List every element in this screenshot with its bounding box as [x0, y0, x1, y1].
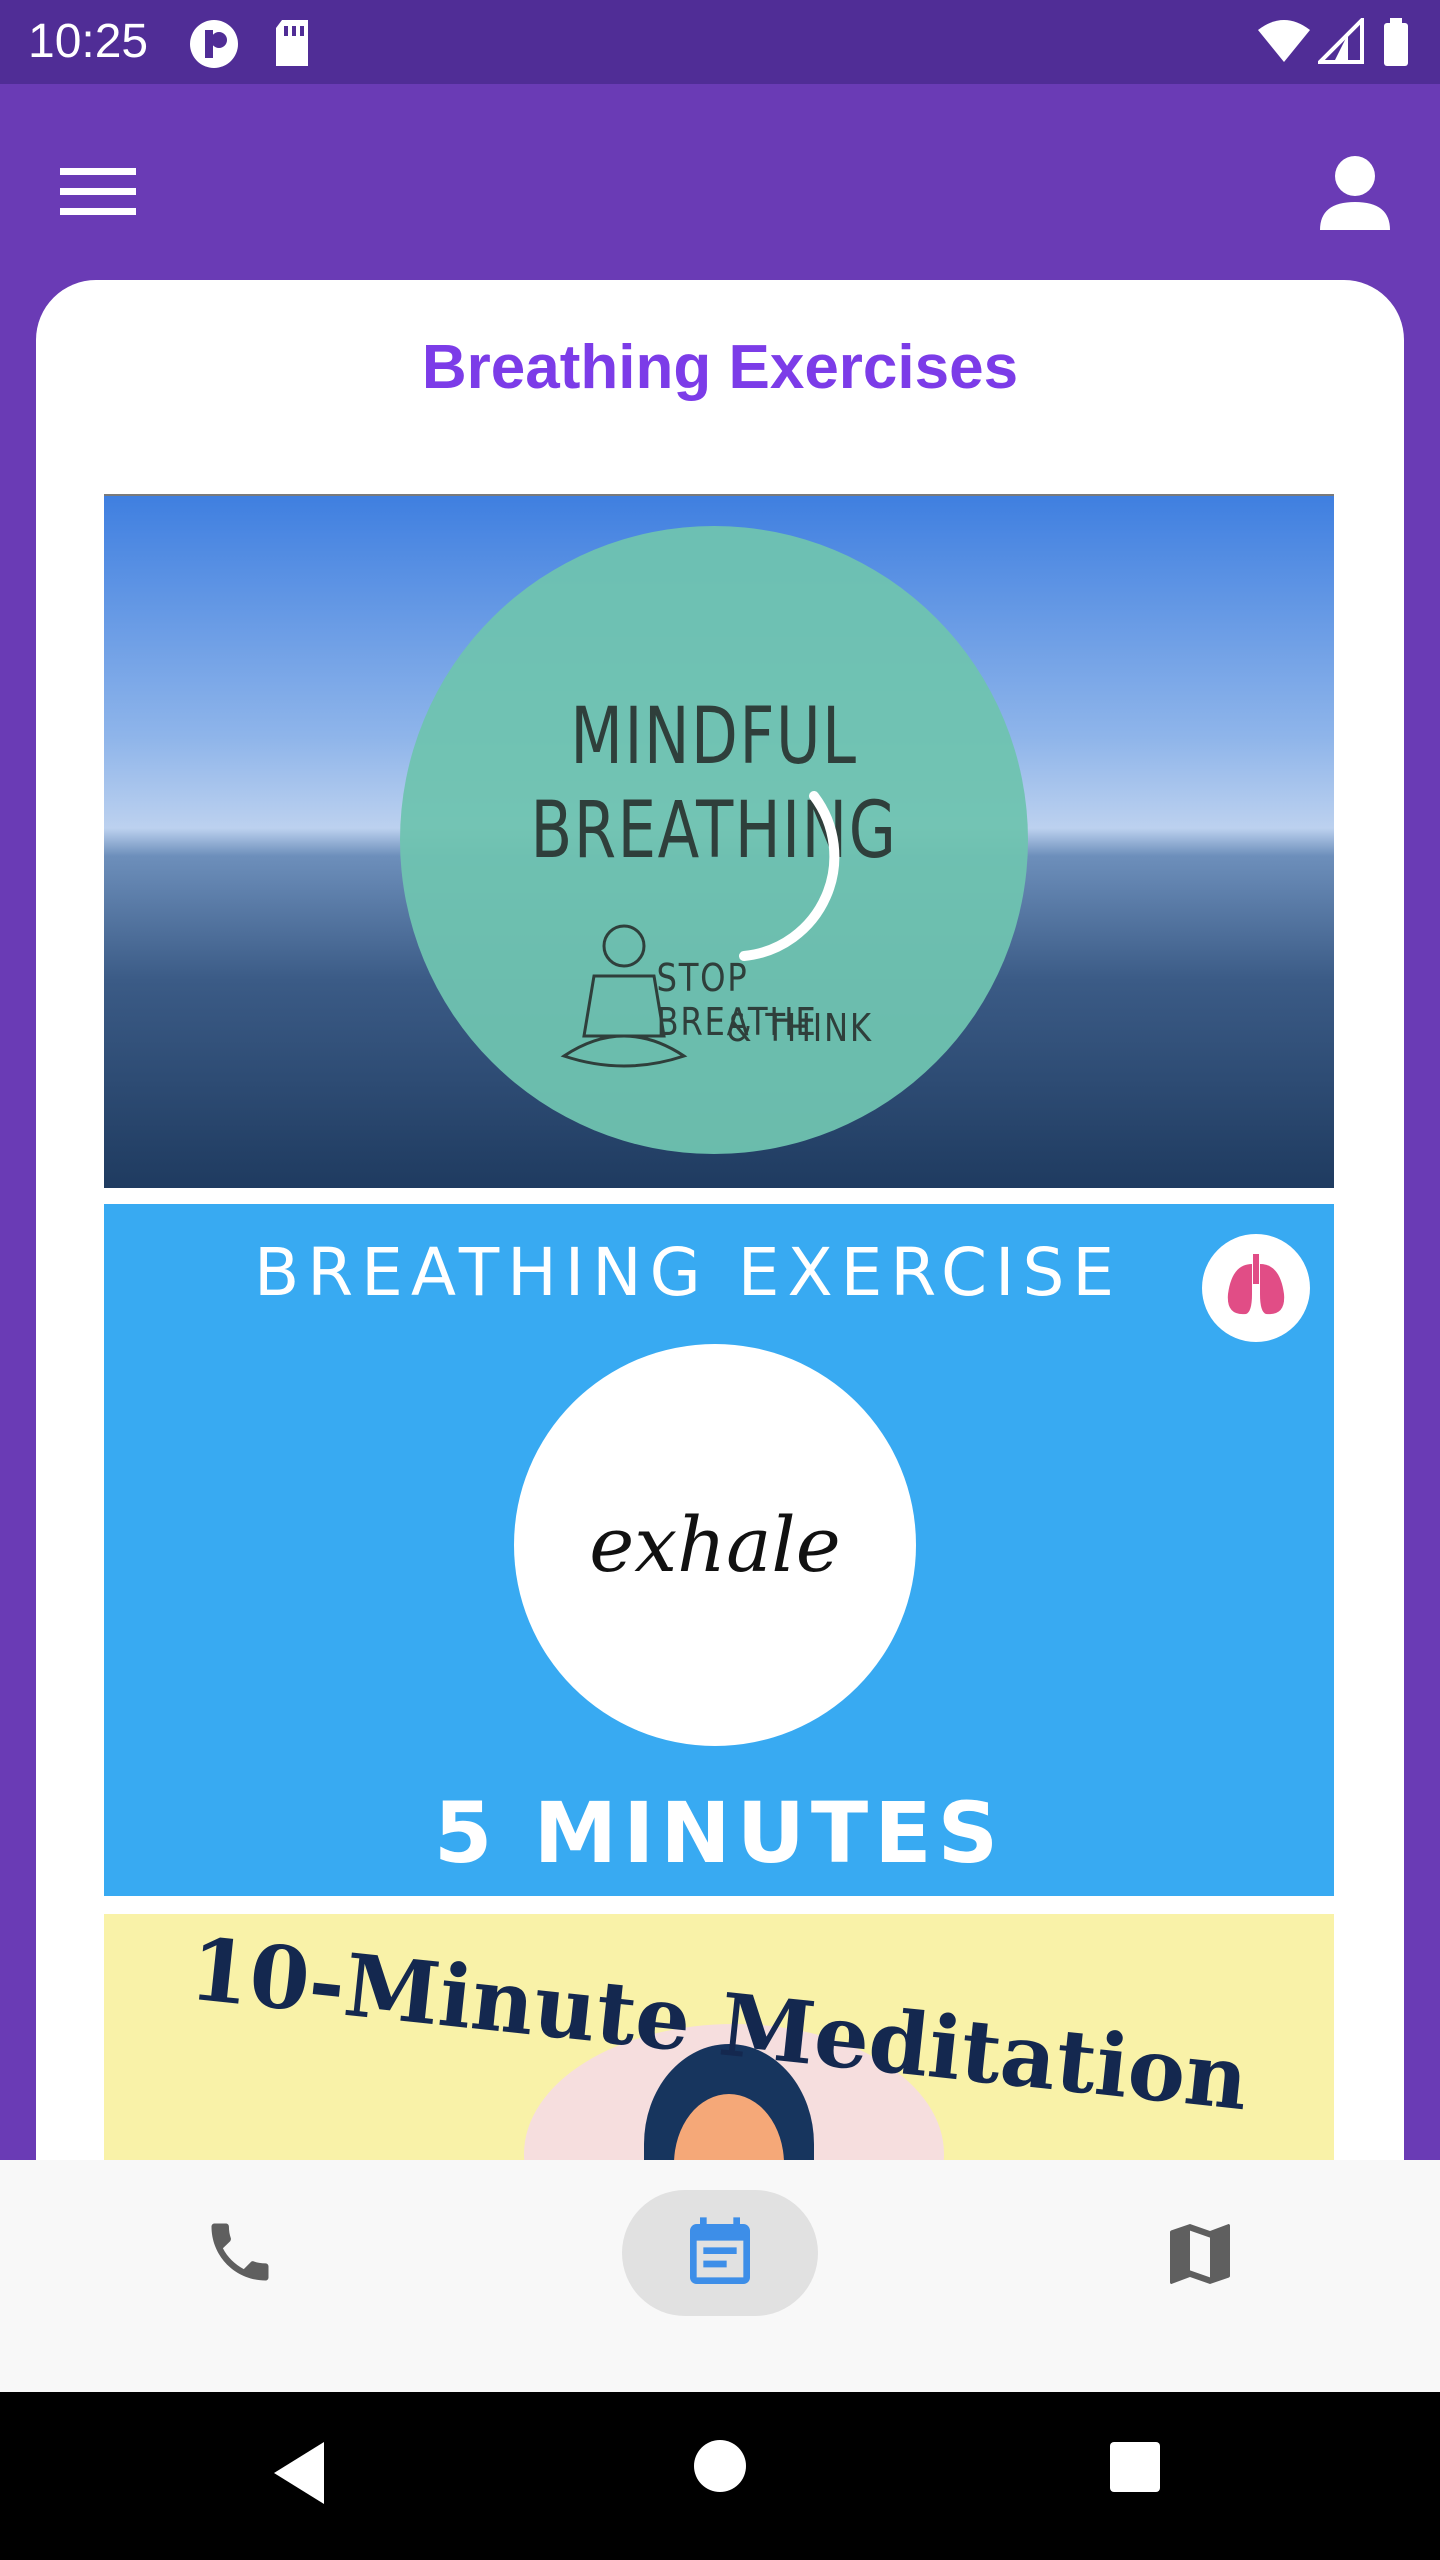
wifi-icon [1258, 20, 1310, 62]
lungs-icon [1227, 1254, 1285, 1315]
page-title: Breathing Exercises [421, 333, 1019, 402]
thumbnail-text: exhale [589, 1500, 841, 1589]
phone-icon [211, 2223, 269, 2281]
recents-icon[interactable] [1108, 2440, 1162, 2494]
thumbnail-text: BREATHING EXERCISE [254, 1234, 1123, 1311]
app-notification-icon [190, 20, 238, 68]
status-time: 10:25 [28, 15, 149, 68]
system-navigation-bar [0, 2392, 1440, 2560]
person-icon [1320, 156, 1390, 230]
nav-item-map[interactable] [1140, 2190, 1260, 2316]
status-bar: 10:25 [0, 0, 1440, 84]
back-icon[interactable] [268, 2438, 332, 2508]
video-thumbnail-breathing-exercise[interactable]: BREATHING EXERCISE exhale 5 MINUTES [104, 1204, 1334, 1896]
sd-card-icon [276, 20, 308, 66]
app-bar [0, 84, 1440, 280]
content-card: Breathing Exercises MINDFUL BREATHING ST… [36, 280, 1404, 2160]
menu-icon [60, 168, 136, 215]
video-thumbnail-meditation[interactable]: 10-Minute Meditation [104, 1914, 1334, 2160]
event-note-icon [690, 2217, 750, 2284]
map-icon [1170, 2224, 1230, 2284]
nav-item-phone[interactable] [180, 2190, 300, 2316]
loading-spinner-icon [739, 791, 840, 961]
thumbnail-text: & THINK [726, 1006, 873, 1050]
thumbnail-text: 5 MINUTES [433, 1784, 1005, 1882]
profile-button[interactable] [1300, 142, 1410, 252]
video-thumbnail-mindful-breathing[interactable]: MINDFUL BREATHING STOP BREATHE & THINK [104, 494, 1334, 1188]
battery-icon [1384, 18, 1408, 66]
home-icon[interactable] [692, 2438, 748, 2494]
cell-signal-icon [1318, 18, 1364, 64]
lungs-logo [1202, 1234, 1310, 1342]
bottom-navigation [0, 2160, 1440, 2392]
menu-button[interactable] [40, 134, 156, 250]
nav-item-events[interactable] [622, 2190, 818, 2316]
